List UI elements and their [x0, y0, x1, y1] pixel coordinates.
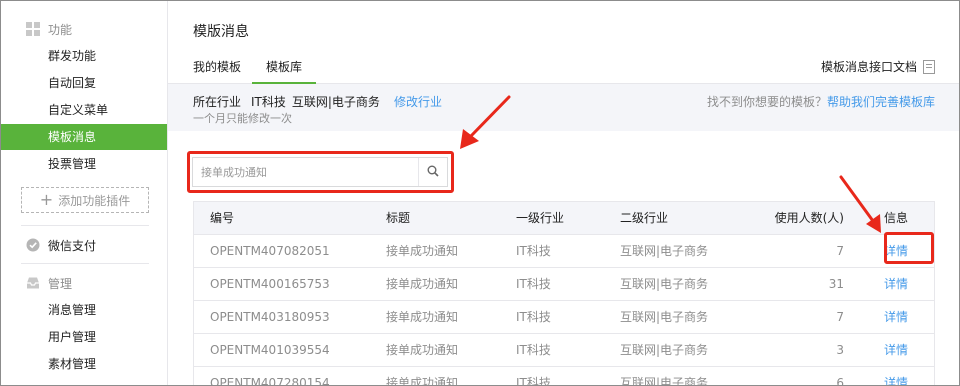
section-header-label: 功能	[48, 22, 73, 37]
sidebar-section-features: 功能	[1, 17, 167, 41]
cell-users: 7	[836, 244, 844, 258]
cell-industry1: IT科技	[516, 310, 551, 324]
app-window: 功能 群发功能 自动回复 自定义菜单 模板消息 投票管理 + 添加功能插件 微信…	[0, 0, 960, 386]
cell-id: OPENTM407280154	[210, 376, 330, 386]
cell-title: 接单成功通知	[386, 310, 459, 324]
cell-industry2: 互联网|电子商务	[620, 343, 709, 357]
details-link[interactable]: 详情	[876, 268, 916, 300]
section-header-label: 管理	[48, 276, 73, 291]
table-row: OPENTM400165753 接单成功通知 IT科技 互联网|电子商务 31 …	[194, 268, 934, 301]
page-title: 模版消息	[193, 24, 249, 40]
sidebar-item-auto-reply[interactable]: 自动回复	[1, 70, 167, 96]
modify-limit-note: 一个月只能修改一次	[193, 112, 292, 125]
cell-users: 31	[828, 277, 844, 291]
cell-title: 接单成功通知	[386, 277, 459, 291]
cell-id: OPENTM401039554	[210, 343, 330, 357]
sidebar-divider	[21, 263, 149, 264]
document-icon	[923, 59, 935, 74]
header-id: 编号	[210, 211, 235, 225]
not-found-text: 找不到你想要的模板？	[706, 95, 827, 109]
tab-my-templates[interactable]: 我的模板	[193, 58, 241, 82]
cell-id: OPENTM403180953	[210, 310, 330, 324]
cell-industry2: 互联网|电子商务	[620, 310, 709, 324]
cell-users: 3	[836, 343, 844, 357]
header-users: 使用人数(人)	[774, 211, 844, 225]
tab-bar: 我的模板 模板库 模板消息接口文档	[168, 53, 959, 85]
not-found-hint: 找不到你想要的模板？帮助我们完善模板库	[707, 93, 935, 110]
cell-industry1: IT科技	[516, 376, 551, 386]
sidebar-item-vote-management[interactable]: 投票管理	[1, 151, 167, 177]
add-plugin-label: 添加功能插件	[58, 193, 131, 208]
tab-template-library[interactable]: 模板库	[252, 58, 317, 85]
sidebar-item-custom-menu[interactable]: 自定义菜单	[1, 97, 167, 123]
cell-users: 6	[836, 376, 844, 386]
table-row: OPENTM407280154 接单成功通知 IT科技 互联网|电子商务 6 详…	[194, 367, 934, 386]
sidebar-item-message-management[interactable]: 消息管理	[1, 297, 167, 323]
details-link[interactable]: 详情	[876, 301, 916, 333]
sidebar-item-material-management[interactable]: 素材管理	[1, 351, 167, 377]
annotation-highlight-search	[187, 151, 454, 193]
table-row: OPENTM403180953 接单成功通知 IT科技 互联网|电子商务 7 详…	[194, 301, 934, 334]
add-plugin-button[interactable]: + 添加功能插件	[21, 187, 149, 213]
cell-title: 接单成功通知	[386, 376, 459, 386]
header-industry2: 二级行业	[620, 211, 669, 225]
cell-industry1: IT科技	[516, 343, 551, 357]
industry-info-bar: 所在行业 IT科技 互联网|电子商务 修改行业 一个月只能修改一次 找不到你想要的模板…	[168, 84, 959, 131]
api-doc-label: 模板消息接口文档	[820, 60, 917, 74]
plus-icon: +	[39, 190, 54, 209]
sidebar-item-user-management[interactable]: 用户管理	[1, 324, 167, 350]
api-doc-link[interactable]: 模板消息接口文档	[821, 58, 935, 75]
sidebar-divider	[21, 225, 149, 226]
header-title: 标题	[386, 211, 411, 225]
annotation-highlight-details	[884, 232, 934, 264]
wechat-pay-label: 微信支付	[48, 238, 97, 253]
main-content: 模版消息 我的模板 模板库 模板消息接口文档 所在行业 IT科技 互联网|电子商务修…	[168, 1, 959, 386]
industry-line: 所在行业 IT科技 互联网|电子商务 修改行业	[193, 93, 442, 110]
cell-title: 接单成功通知	[386, 343, 459, 357]
sidebar-item-template-message[interactable]: 模板消息	[1, 124, 167, 150]
details-link[interactable]: 详情	[876, 334, 916, 366]
header-industry1: 一级行业	[516, 211, 565, 225]
cell-industry2: 互联网|电子商务	[620, 277, 709, 291]
cell-title: 接单成功通知	[386, 244, 459, 258]
industry-label: 所在行业	[193, 95, 242, 109]
header-info: 信息	[883, 211, 908, 225]
modify-industry-link[interactable]: 修改行业	[394, 95, 442, 109]
table-row: OPENTM407082051 接单成功通知 IT科技 互联网|电子商务 7 详…	[194, 235, 934, 268]
cell-industry1: IT科技	[516, 244, 551, 258]
sidebar-section-management: 管理	[1, 271, 167, 295]
cell-industry1: IT科技	[516, 277, 551, 291]
grid-icon	[26, 22, 40, 36]
industry-primary: IT科技	[251, 95, 286, 109]
sidebar-item-mass-send[interactable]: 群发功能	[1, 43, 167, 69]
cell-industry2: 互联网|电子商务	[620, 244, 709, 258]
improve-library-link[interactable]: 帮助我们完善模板库	[827, 95, 935, 109]
cell-users: 7	[836, 310, 844, 324]
sidebar-item-wechat-pay[interactable]: 微信支付	[1, 233, 167, 257]
table-header: 编号 标题 一级行业 二级行业 使用人数(人) 信息	[194, 202, 934, 235]
table-row: OPENTM401039554 接单成功通知 IT科技 互联网|电子商务 3 详…	[194, 334, 934, 367]
industry-secondary: 互联网|电子商务	[291, 95, 380, 109]
details-link[interactable]: 详情	[876, 367, 916, 385]
inbox-icon	[26, 276, 40, 290]
template-table: 编号 标题 一级行业 二级行业 使用人数(人) 信息 OPENTM4070820…	[193, 201, 935, 386]
wechat-pay-icon	[26, 238, 40, 252]
cell-industry2: 互联网|电子商务	[620, 376, 709, 386]
sidebar: 功能 群发功能 自动回复 自定义菜单 模板消息 投票管理 + 添加功能插件 微信…	[1, 1, 168, 385]
cell-id: OPENTM407082051	[210, 244, 330, 258]
cell-id: OPENTM400165753	[210, 277, 330, 291]
